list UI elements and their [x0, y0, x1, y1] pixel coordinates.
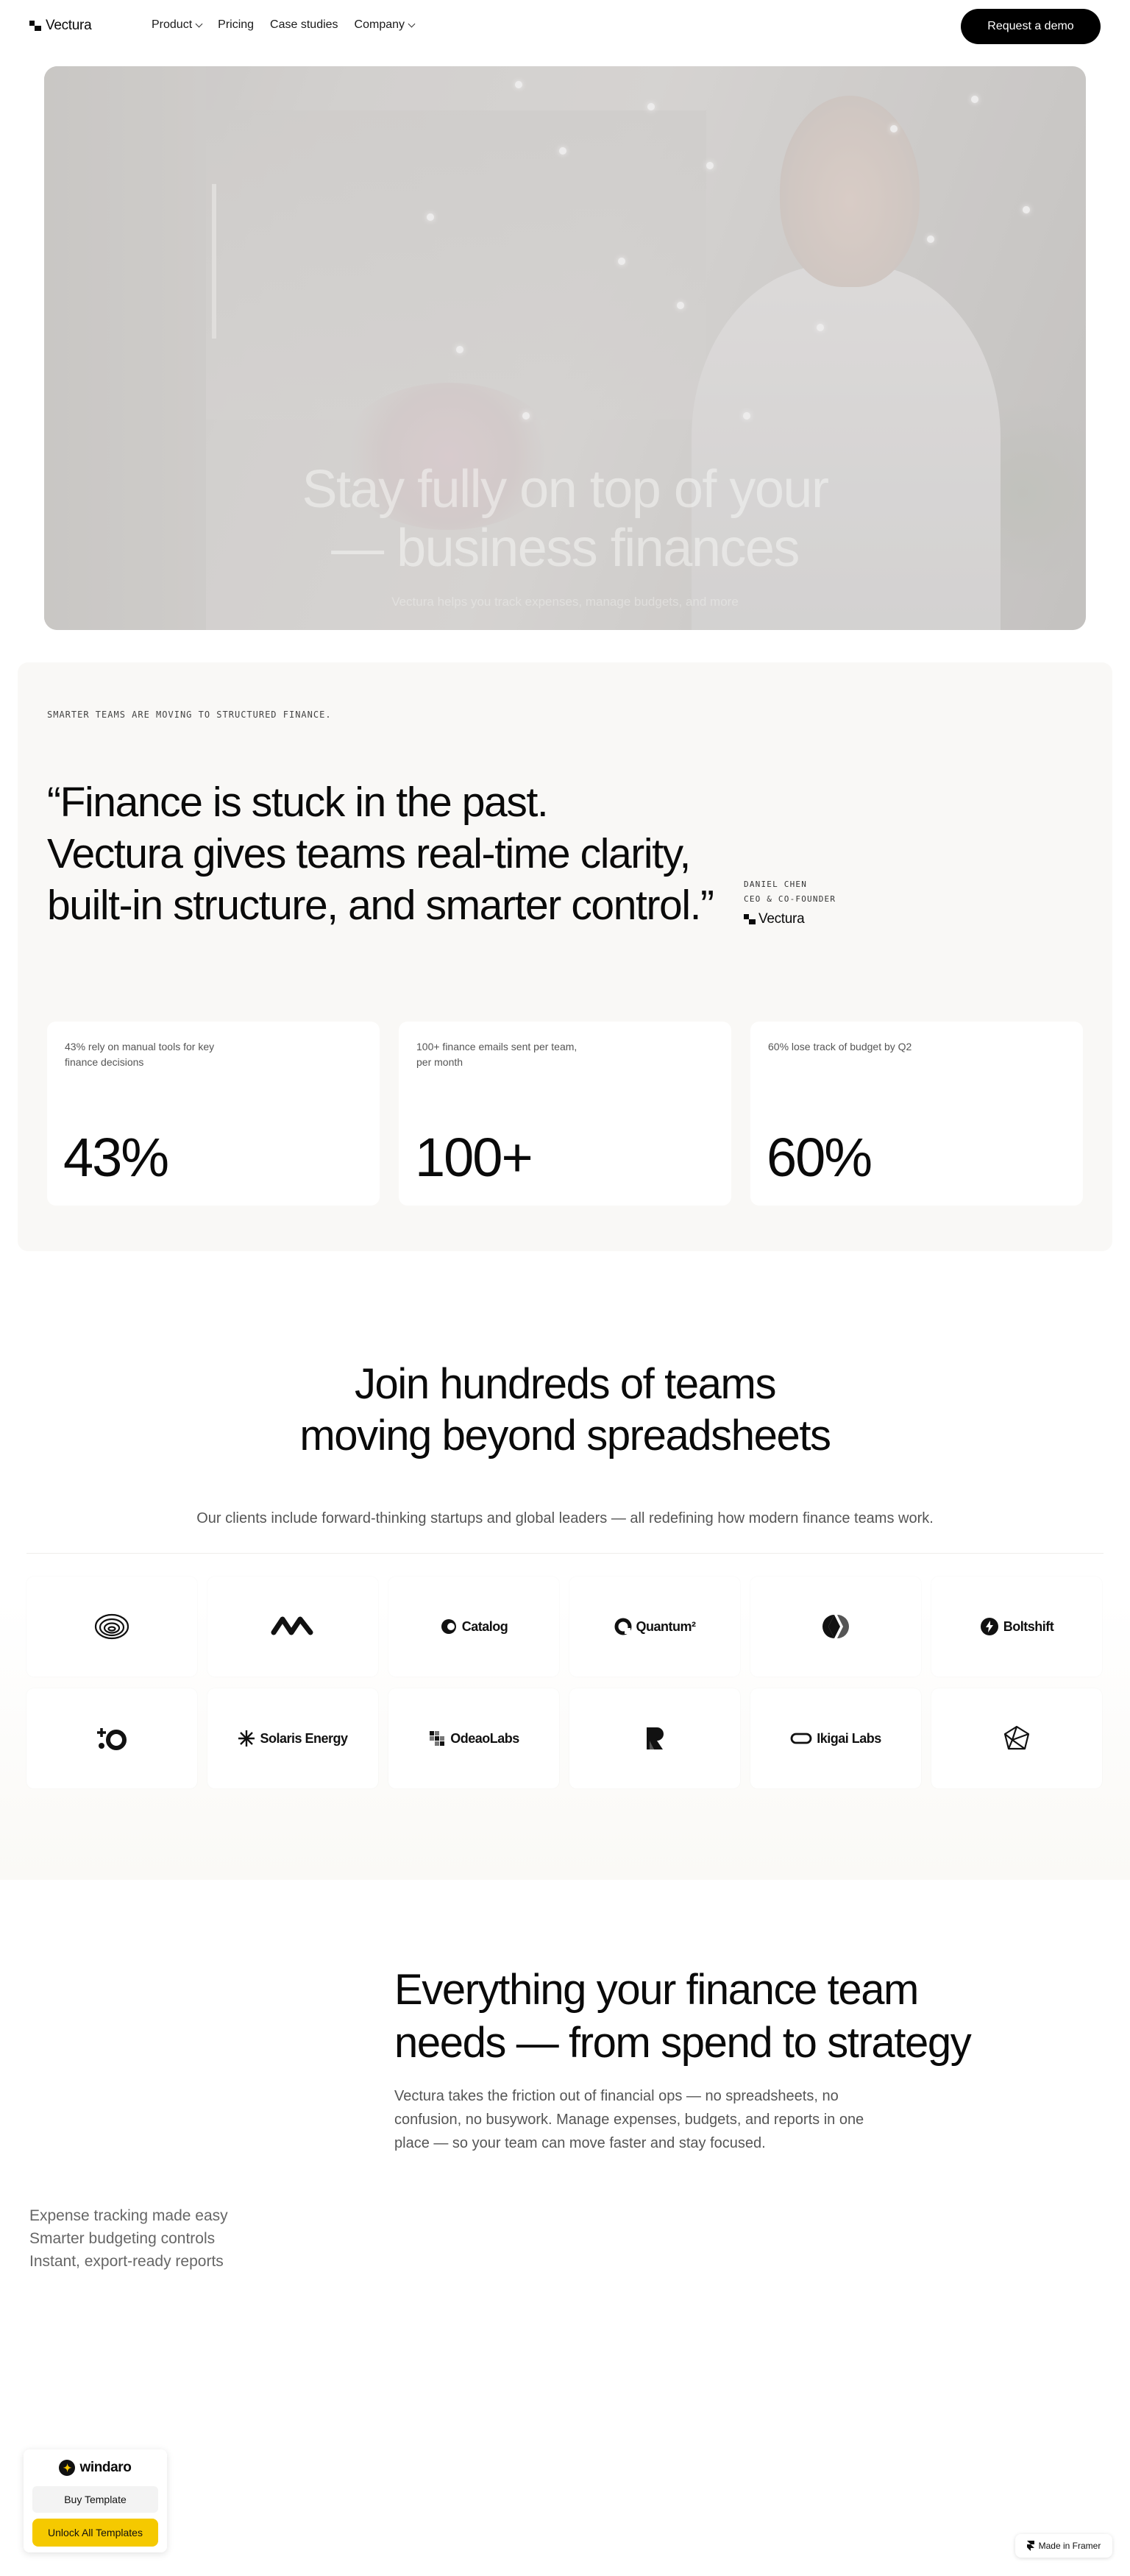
r-shape-icon — [647, 1727, 664, 1749]
grid-icon — [430, 1731, 445, 1746]
logo-mark-icon — [744, 914, 756, 924]
unlock-all-templates-button[interactable]: Unlock All Templates — [32, 2519, 158, 2547]
chevron-down-icon — [408, 20, 416, 27]
request-demo-button[interactable]: Request a demo — [961, 9, 1101, 44]
client-logo: Catalog — [388, 1577, 559, 1677]
windaro-brand: ✦ windaro — [24, 2460, 167, 2476]
client-logo: Solaris Energy — [207, 1688, 378, 1788]
bolt-icon — [980, 1618, 998, 1635]
stat-value: 43% — [63, 1127, 169, 1188]
client-logo-grid: Catalog Quantum² Boltshift Solaris Energ… — [26, 1577, 1104, 1788]
windaro-logo-icon: ✦ — [59, 2460, 76, 2476]
stat-value: 100+ — [415, 1127, 533, 1188]
author-name: DANIEL CHEN — [744, 880, 808, 889]
section-eyebrow: SMARTER TEAMS ARE MOVING TO STRUCTURED F… — [47, 710, 332, 720]
nav-company[interactable]: Company — [355, 18, 416, 32]
pill-icon — [790, 1733, 812, 1744]
nav-case-studies[interactable]: Case studies — [270, 18, 338, 32]
catalog-icon — [441, 1619, 456, 1634]
author-company-logo: Vectura — [744, 911, 805, 927]
nav-product[interactable]: Product — [152, 18, 203, 32]
client-logo: Boltshift — [931, 1577, 1102, 1677]
features-list: Expense tracking made easy Smarter budge… — [29, 2204, 228, 2273]
quote-author: DANIEL CHEN CEO & CO-FOUNDER — [744, 877, 836, 907]
hero-subtitle: Vectura helps you track expenses, manage… — [391, 595, 739, 609]
client-logo: OdeaoLabs — [388, 1688, 559, 1788]
client-logo — [26, 1577, 197, 1677]
client-logo — [569, 1688, 740, 1788]
polyhedron-icon — [1003, 1725, 1030, 1750]
stat-card: 100+ finance emails sent per team, per m… — [399, 1022, 731, 1206]
client-logo — [207, 1577, 378, 1677]
windaro-template-badge: ✦ windaro Buy Template Unlock All Templa… — [24, 2449, 167, 2552]
client-logo — [931, 1688, 1102, 1788]
feature-item-reports[interactable]: Instant, export-ready reports — [29, 2250, 228, 2273]
hero-image: Stay fully on top of your — business fin… — [44, 66, 1086, 630]
feature-item-budgeting[interactable]: Smarter budgeting controls — [29, 2227, 228, 2250]
quantum-icon — [614, 1618, 631, 1635]
vectura-logo[interactable]: Vectura — [29, 18, 92, 34]
split-circle-icon — [822, 1615, 849, 1638]
features-title: Everything your finance team needs — fro… — [394, 1966, 972, 2067]
made-in-framer-badge[interactable]: Made in Framer — [1015, 2534, 1112, 2558]
stat-value: 60% — [767, 1127, 873, 1188]
logo-text: Vectura — [46, 18, 92, 33]
stat-card: 60% lose track of budget by Q2 60% — [750, 1022, 1083, 1206]
features-description: Vectura takes the friction out of financ… — [394, 2088, 864, 2151]
clients-subtitle: Our clients include forward-thinking sta… — [196, 1510, 934, 1526]
rings-icon — [94, 1613, 129, 1640]
client-logo: Quantum² — [569, 1577, 740, 1677]
divider — [26, 1553, 1104, 1554]
plus-circle-icon — [97, 1728, 127, 1750]
chevron-down-icon — [195, 20, 203, 27]
client-logo — [750, 1577, 921, 1677]
stat-label: 43% rely on manual tools for key finance… — [65, 1041, 215, 1068]
founder-quote: “Finance is stuck in the past. Vectura g… — [47, 779, 714, 929]
clients-title: Join hundreds of teams moving beyond spr… — [299, 1360, 831, 1459]
stat-card: 43% rely on manual tools for key finance… — [47, 1022, 380, 1206]
testimonial-section: SMARTER TEAMS ARE MOVING TO STRUCTURED F… — [18, 662, 1112, 1251]
top-nav: Vectura Product Pricing Case studies Com… — [0, 0, 1130, 53]
author-role: CEO & CO-FOUNDER — [744, 894, 836, 904]
hero-title: Stay fully on top of your — business fin… — [302, 460, 829, 578]
infinity-icon — [271, 1616, 313, 1635]
logo-mark-icon — [29, 21, 41, 31]
framer-logo-icon — [1026, 2541, 1034, 2551]
sunburst-icon — [238, 1730, 255, 1747]
stat-label: 60% lose track of budget by Q2 — [768, 1041, 912, 1052]
stat-label: 100+ finance emails sent per team, per m… — [416, 1041, 578, 1068]
clients-section: Join hundreds of teams moving beyond spr… — [0, 1251, 1130, 1880]
nav-links: Product Pricing Case studies Company — [152, 18, 416, 32]
feature-item-expense-tracking[interactable]: Expense tracking made easy — [29, 2204, 228, 2227]
nav-pricing[interactable]: Pricing — [218, 18, 254, 32]
buy-template-button[interactable]: Buy Template — [32, 2486, 158, 2513]
client-logo — [26, 1688, 197, 1788]
client-logo: Ikigai Labs — [750, 1688, 921, 1788]
